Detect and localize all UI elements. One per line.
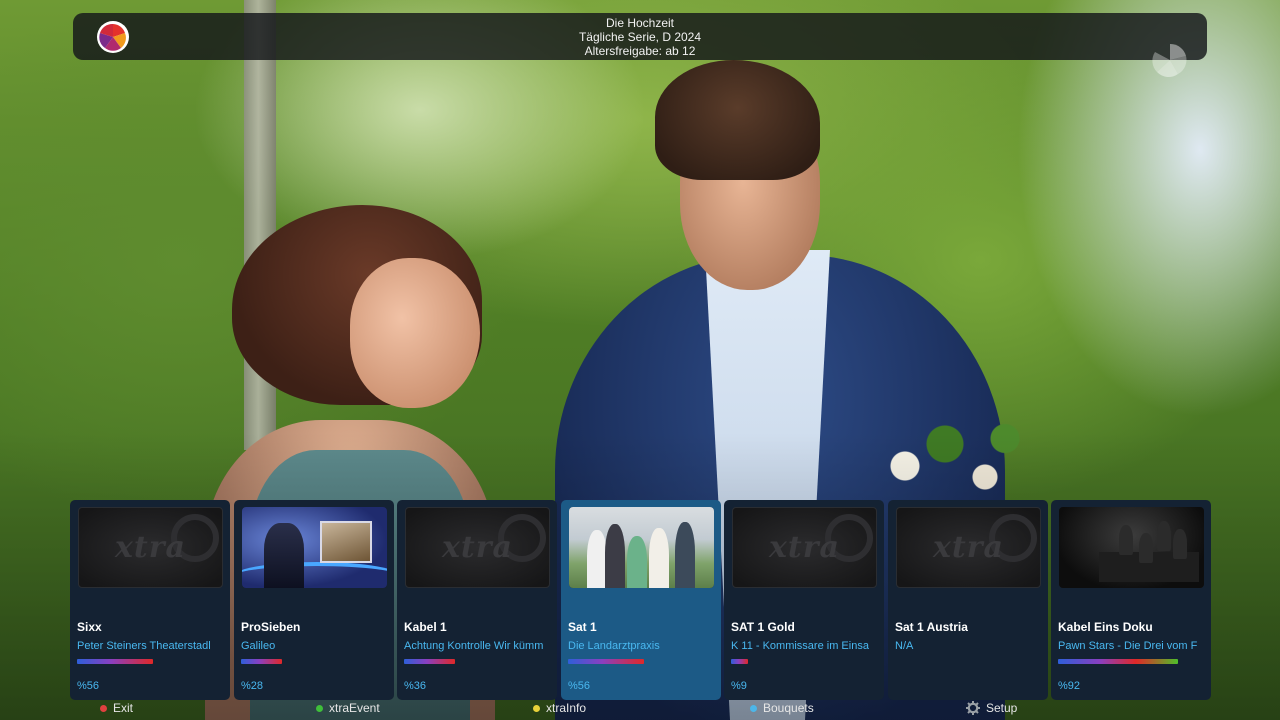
gear-icon [966,701,980,715]
program-genre: Tägliche Serie, D 2024 [578,30,702,44]
channel-thumbnail: xtra [78,507,223,588]
progress-percent: %9 [731,680,747,692]
exit-button[interactable]: Exit [100,700,133,716]
current-program: N/A [895,640,914,652]
current-program: Die Landarztpraxis [568,640,660,652]
setup-button[interactable]: Setup [966,700,1017,716]
xtraevent-button[interactable]: xtraEvent [316,700,380,716]
progress-bar [404,659,528,664]
channel-name: ProSieben [241,620,301,634]
xtra-placeholder-text: xtra [442,530,513,565]
progress-percent: %92 [1058,680,1081,692]
progress-percent: %56 [568,680,591,692]
xtrainfo-label: xtraInfo [546,701,587,715]
xtra-placeholder-text: xtra [769,530,840,565]
sixx-logo-icon [97,21,129,53]
program-info-bar: Die Hochzeit Tägliche Serie, D 2024 Alte… [73,13,1207,60]
channel-card[interactable]: xtra Sat 1 Austria N/A [888,500,1048,700]
channel-thumbnail [242,507,387,588]
channel-thumbnail [569,507,714,588]
progress-fill [731,659,748,664]
channel-card[interactable]: xtra Kabel 1 Achtung Kontrolle Wir kümm %36 [397,500,557,700]
channel-name: Sat 1 [568,620,597,634]
green-dot-icon [316,704,323,712]
channel-card[interactable]: ProSieben Galileo %28 [234,500,394,700]
channel-carousel: xtra Sixx Peter Steiners Theaterstadl %56 Pr… [70,500,1211,700]
current-program: Galileo [241,640,276,652]
setup-label: Setup [986,701,1018,715]
current-program: Achtung Kontrolle Wir kümm [404,640,544,652]
progress-fill [568,659,644,664]
progress-bar [731,659,855,664]
progress-percent: %28 [241,680,264,692]
bouquets-label: Bouquets [763,701,814,715]
program-age-rating: Altersfreigabe: ab 12 [584,44,696,58]
yellow-dot-icon [533,704,540,712]
xtra-placeholder-text: xtra [933,530,1004,565]
exit-label: Exit [113,701,134,715]
channel-thumbnail: xtra [896,507,1041,588]
progress-bar [77,659,201,664]
channel-thumbnail [1059,507,1204,588]
progress-bar [241,659,365,664]
progress-fill [1058,659,1178,664]
progress-fill [77,659,153,664]
progress-bar [568,659,692,664]
progress-bar [1058,659,1182,664]
progress-fill [404,659,455,664]
channel-card[interactable]: xtra Sixx Peter Steiners Theaterstadl %56 [70,500,230,700]
channel-card[interactable]: Kabel Eins Doku Pawn Stars - Die Drei vom… [1051,500,1211,700]
channel-card[interactable]: xtra SAT 1 Gold K 11 - Kommissare im Einsa… [724,500,884,700]
current-program: Peter Steiners Theaterstadl [77,640,211,652]
xtra-placeholder-text: xtra [115,530,186,565]
channel-name: Sixx [77,620,102,634]
progress-fill [241,659,282,664]
xtrainfo-button[interactable]: xtraInfo [533,700,586,716]
channel-card[interactable]: Sat 1 Die Landarztpraxis %56 [561,500,721,700]
channel-thumbnail: xtra [405,507,550,588]
blue-dot-icon [750,704,757,712]
bouquets-button[interactable]: Bouquets [750,700,814,716]
channel-name: SAT 1 Gold [731,620,795,634]
channel-name: Sat 1 Austria [895,620,968,634]
red-dot-icon [100,704,107,712]
current-program: K 11 - Kommissare im Einsa [731,640,869,652]
channel-name: Kabel Eins Doku [1058,620,1153,634]
current-program: Pawn Stars - Die Drei vom F [1058,640,1198,652]
button-bar: Exit xtraEvent xtraInfo Bouquets Setup [0,700,1280,720]
program-title: Die Hochzeit [605,16,675,30]
channel-name: Kabel 1 [404,620,447,634]
sixx-watermark-icon [1147,40,1193,80]
progress-percent: %36 [404,680,427,692]
channel-thumbnail: xtra [732,507,877,588]
xtraevent-label: xtraEvent [329,701,380,715]
progress-percent: %56 [77,680,100,692]
